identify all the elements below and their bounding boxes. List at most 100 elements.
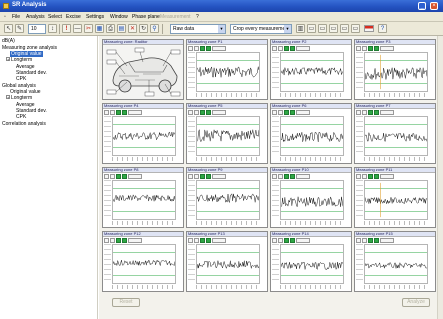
panel-option-button[interactable] — [272, 174, 277, 179]
panel-option-field[interactable] — [296, 174, 310, 179]
cut-icon[interactable]: ✂ — [84, 24, 93, 33]
grid-icon[interactable]: ▦ — [95, 24, 104, 33]
trace-plot[interactable] — [364, 244, 428, 284]
menu-window[interactable]: Window — [110, 14, 128, 20]
trace-plot[interactable] — [280, 116, 344, 156]
trace-plot[interactable] — [280, 52, 344, 92]
minimize-button[interactable]: _ — [418, 2, 426, 10]
panel-option-button[interactable] — [206, 174, 211, 179]
panel-option-button[interactable] — [110, 238, 115, 243]
panel-option-field[interactable] — [212, 110, 226, 115]
panel-option-field[interactable] — [380, 46, 394, 51]
panel-option-button[interactable] — [284, 238, 289, 243]
expand-icon[interactable]: + — [6, 57, 10, 62]
panel-option-button[interactable] — [290, 238, 295, 243]
panel-option-button[interactable] — [290, 174, 295, 179]
panel-option-field[interactable] — [212, 238, 226, 243]
panel-option-button[interactable] — [104, 238, 109, 243]
measuring-zone-panel[interactable]: Measuring zone P4 — [102, 103, 184, 164]
trace-plot[interactable] — [280, 180, 344, 220]
analyze-button[interactable]: Analyze — [402, 298, 430, 307]
menu-settings[interactable]: Settings — [86, 14, 104, 20]
refresh-icon[interactable]: ↻ — [139, 24, 148, 33]
panel-option-field[interactable] — [128, 238, 142, 243]
panel-option-button[interactable] — [356, 46, 361, 51]
tree-item-longterm[interactable]: + Longterm — [6, 57, 32, 63]
measuring-zone-panel[interactable]: Measuring zone P7 — [354, 103, 436, 164]
trace-plot[interactable] — [196, 180, 260, 220]
menu-measurement[interactable]: Measurement — [160, 14, 191, 20]
stepper-icon[interactable]: ↕ — [48, 24, 57, 33]
measuring-zone-panel[interactable]: Measuring zone P15 — [354, 231, 436, 292]
panel-option-field[interactable] — [380, 110, 394, 115]
window-icon[interactable]: ▭ — [340, 24, 349, 33]
pointer-icon[interactable]: ✎ — [15, 24, 24, 33]
panel-option-button[interactable] — [188, 46, 193, 51]
panel-option-button[interactable] — [356, 110, 361, 115]
panel-option-button[interactable] — [194, 238, 199, 243]
panel-option-button[interactable] — [278, 110, 283, 115]
measuring-zone-panel[interactable]: Measuring zone P12 — [102, 231, 184, 292]
panel-option-button[interactable] — [200, 110, 205, 115]
value-field[interactable]: 10 — [28, 24, 46, 34]
trace-plot[interactable] — [364, 180, 428, 220]
tree-item-cpk[interactable]: CPK — [16, 114, 26, 120]
tree-item-correlation-analysis[interactable]: Correlation analysis — [2, 121, 46, 127]
language-flag-icon[interactable] — [364, 25, 374, 32]
panel-option-button[interactable] — [284, 174, 289, 179]
panel-option-button[interactable] — [278, 174, 283, 179]
panel-option-field[interactable] — [296, 46, 310, 51]
trace-plot[interactable] — [196, 244, 260, 284]
panel-option-button[interactable] — [122, 110, 127, 115]
panel-option-button[interactable] — [278, 238, 283, 243]
panel-option-button[interactable] — [290, 46, 295, 51]
panel-option-button[interactable] — [110, 174, 115, 179]
delete-icon[interactable]: ✕ — [128, 24, 137, 33]
tree-item-longterm[interactable]: + Longterm — [6, 95, 32, 101]
menu-help[interactable]: ? — [196, 14, 199, 20]
panel-option-button[interactable] — [374, 238, 379, 243]
panel-option-button[interactable] — [272, 238, 277, 243]
measuring-zone-panel[interactable]: Measuring zone P11 — [354, 167, 436, 228]
panel-option-field[interactable] — [380, 174, 394, 179]
panel-option-button[interactable] — [362, 174, 367, 179]
panel-option-field[interactable] — [380, 238, 394, 243]
reset-button[interactable]: Reset — [112, 298, 140, 307]
panel-option-button[interactable] — [104, 174, 109, 179]
chart-icon[interactable]: ▤ — [117, 24, 126, 33]
panel-option-button[interactable] — [278, 46, 283, 51]
measuring-zone-panel[interactable]: Measuring zone P3 — [354, 39, 436, 100]
panel-option-button[interactable] — [206, 46, 211, 51]
panel-option-button[interactable] — [116, 110, 121, 115]
panel-option-button[interactable] — [194, 110, 199, 115]
measuring-zone-panel[interactable]: Measuring zone P14 — [270, 231, 352, 292]
chevron-down-icon[interactable]: ▼ — [218, 25, 225, 33]
panel-option-button[interactable] — [374, 110, 379, 115]
panel-option-button[interactable] — [356, 174, 361, 179]
trace-plot[interactable] — [196, 116, 260, 156]
vertical-scrollbar[interactable] — [437, 36, 443, 319]
trace-plot[interactable] — [112, 116, 176, 156]
measuring-zone-panel[interactable]: Measuring zone P13 — [186, 231, 268, 292]
panel-option-field[interactable] — [296, 110, 310, 115]
panel-option-button[interactable] — [290, 110, 295, 115]
panel-option-button[interactable] — [368, 238, 373, 243]
trace-plot[interactable] — [112, 180, 176, 220]
window-icon[interactable]: ▭ — [351, 24, 360, 33]
menu-select[interactable]: Select — [48, 14, 62, 20]
panel-option-field[interactable] — [212, 46, 226, 51]
arrow-icon[interactable]: ↖ — [4, 24, 13, 33]
panel-option-button[interactable] — [272, 110, 277, 115]
marker-icon[interactable]: ! — [62, 24, 71, 33]
vehicle-overview-panel[interactable]: Measuring zone: Raditor — [102, 39, 184, 100]
panel-option-button[interactable] — [188, 238, 193, 243]
line-icon[interactable]: — — [73, 24, 82, 33]
tree-root[interactable]: dB(A) — [2, 38, 15, 44]
doc-icon[interactable]: ▫ — [4, 14, 6, 20]
panel-option-button[interactable] — [122, 174, 127, 179]
trace-plot[interactable] — [364, 52, 428, 92]
data-combo[interactable]: Raw data ▼ — [170, 24, 226, 34]
zoom-icon[interactable]: ⚲ — [150, 24, 159, 33]
panel-option-button[interactable] — [200, 46, 205, 51]
window-icon[interactable]: ▭ — [329, 24, 338, 33]
